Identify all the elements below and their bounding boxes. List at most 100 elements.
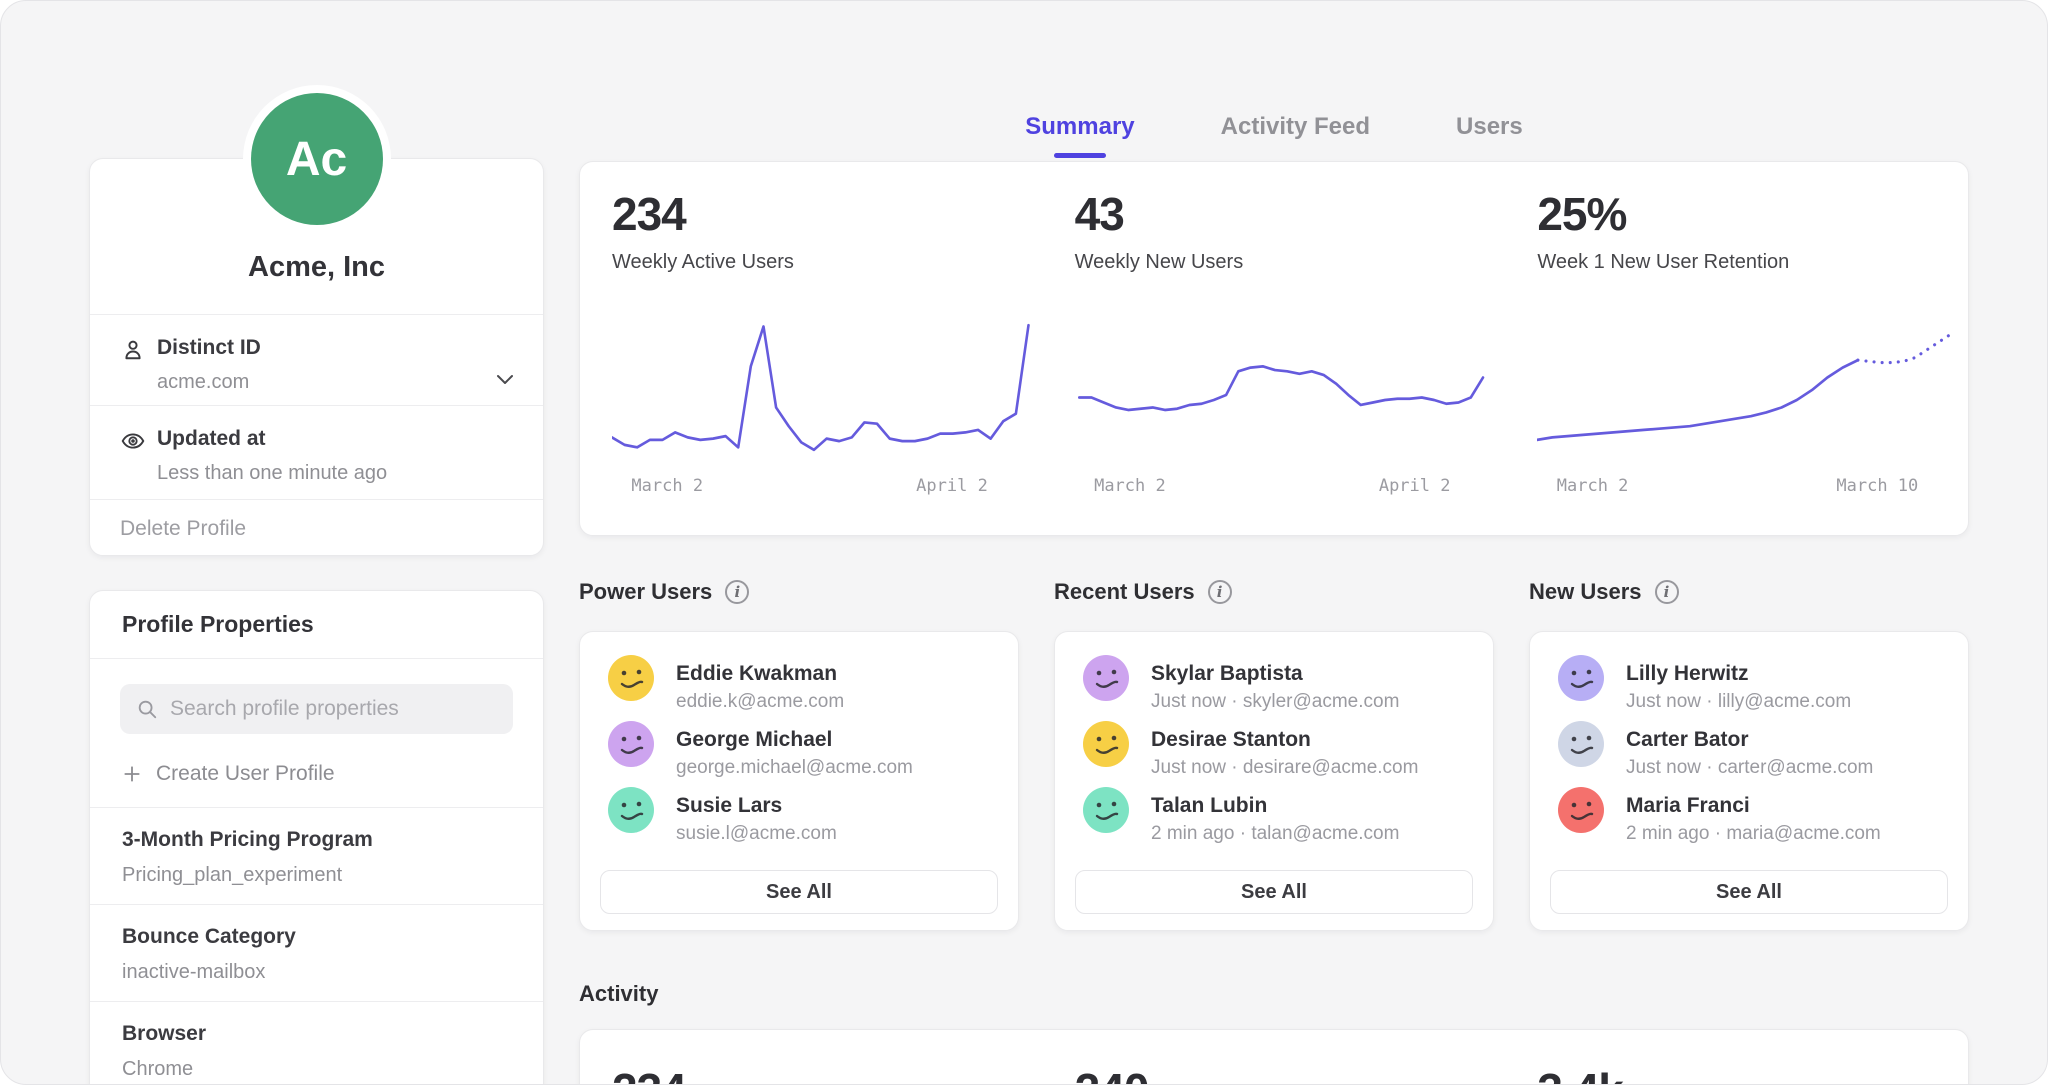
see-all-button[interactable]: See All	[600, 870, 998, 914]
app-window: Ac Acme, Inc Distinct ID acme.com Update…	[0, 0, 2048, 1085]
property-name: 3-Month Pricing Program	[122, 828, 543, 852]
property-row[interactable]: Bounce Category inactive-mailbox	[90, 904, 543, 1001]
x-tick: March 10	[1836, 476, 1918, 496]
new-users-title: New Users	[1529, 579, 1642, 605]
x-axis: March 2 April 2	[612, 476, 1037, 500]
user-detail: Just now · lilly@acme.com	[1626, 691, 1851, 713]
stat-label: Weekly New Users	[1075, 251, 1506, 274]
info-circle-icon[interactable]: i	[725, 580, 749, 604]
x-tick: April 2	[916, 476, 988, 496]
sparkline-weekly-active-users	[612, 319, 1037, 454]
user-name: Maria Franci	[1626, 794, 1881, 818]
user-detail: 2 min ago · maria@acme.com	[1626, 823, 1881, 845]
user-detail: Just now · carter@acme.com	[1626, 757, 1873, 779]
activity-card: 234 240 3.4k	[579, 1029, 1969, 1085]
list-item[interactable]: Carter BatorJust now · carter@acme.com	[1558, 721, 1968, 787]
recent-users-card: Skylar BaptistaJust now · skyler@acme.co…	[1054, 631, 1494, 931]
user-rows: Lilly HerwitzJust now · lilly@acme.comCa…	[1530, 632, 1968, 853]
tab-activity-feed[interactable]: Activity Feed	[1221, 113, 1370, 145]
updated-at-row: Updated at Less than one minute ago	[90, 405, 543, 499]
profile-properties-title: Profile Properties	[90, 591, 543, 659]
list-item[interactable]: Susie Lars susie.l@acme.com	[608, 787, 1018, 853]
user-avatar	[608, 655, 654, 701]
tab-users-label: Users	[1456, 113, 1523, 140]
x-axis: March 2 April 2	[1075, 476, 1500, 500]
property-value: Chrome	[122, 1058, 543, 1081]
user-rows: Skylar BaptistaJust now · skyler@acme.co…	[1055, 632, 1493, 853]
user-list-headings: Power Users i Recent Users i New Users i	[579, 579, 1969, 605]
stat-value: 25%	[1537, 190, 1968, 238]
user-avatar	[1558, 721, 1604, 767]
sparkline-weekly-new-users	[1075, 319, 1500, 454]
see-all-button[interactable]: See All	[1550, 870, 1948, 914]
list-item[interactable]: Eddie Kwakmaneddie.k@acme.com	[608, 655, 1018, 721]
user-name: Eddie Kwakman	[676, 662, 844, 686]
company-name: Acme, Inc	[90, 251, 543, 287]
list-item[interactable]: Skylar BaptistaJust now · skyler@acme.co…	[1083, 655, 1493, 721]
activity-stat-value: 240	[1075, 1066, 1506, 1085]
stat-value: 43	[1075, 190, 1506, 238]
company-profile-card: Ac Acme, Inc Distinct ID acme.com Update…	[89, 158, 544, 556]
property-value: Pricing_plan_experiment	[122, 864, 543, 887]
user-list-cards: Eddie Kwakmaneddie.k@acme.comGeorge Mich…	[579, 631, 1969, 931]
user-avatar	[608, 787, 654, 833]
list-item[interactable]: Desirae StantonJust now · desirare@acme.…	[1083, 721, 1493, 787]
magnifier-icon	[136, 698, 158, 720]
create-user-profile-button[interactable]: Create User Profile	[122, 759, 335, 789]
power-users-title: Power Users	[579, 579, 712, 605]
user-name: Susie Lars	[676, 794, 837, 818]
stat-weekly-active-users: 234 Weekly Active Users March 2 April 2	[580, 162, 1043, 535]
user-detail: susie.l@acme.com	[676, 823, 837, 845]
x-tick: March 2	[1094, 476, 1166, 496]
eye-icon	[120, 428, 146, 454]
plus-icon	[122, 764, 142, 784]
property-row[interactable]: 3-Month Pricing Program Pricing_plan_expe…	[90, 807, 543, 904]
person-icon	[120, 337, 146, 363]
user-avatar	[1083, 721, 1129, 767]
profile-properties-card: Profile Properties Create User Profile 3…	[89, 590, 544, 1085]
property-value: inactive-mailbox	[122, 961, 543, 984]
stat-label: Week 1 New User Retention	[1537, 251, 1968, 274]
tab-summary[interactable]: Summary	[1025, 113, 1134, 145]
x-tick: March 2	[631, 476, 703, 496]
delete-profile-button[interactable]: Delete Profile	[90, 499, 543, 557]
tab-users[interactable]: Users	[1456, 113, 1523, 145]
activity-stat-value: 234	[612, 1066, 1043, 1085]
user-detail: Just now · desirare@acme.com	[1151, 757, 1418, 779]
company-avatar-initials: Ac	[286, 132, 347, 187]
list-item[interactable]: Maria Franci 2 min ago · maria@acme.com	[1558, 787, 1968, 853]
list-item[interactable]: Talan Lubin2 min ago · talan@acme.com	[1083, 787, 1493, 853]
property-name: Bounce Category	[122, 925, 543, 949]
user-rows: Eddie Kwakmaneddie.k@acme.comGeorge Mich…	[580, 632, 1018, 853]
updated-at-value: Less than one minute ago	[157, 462, 543, 485]
user-avatar	[1083, 787, 1129, 833]
list-item[interactable]: George Michael george.michael@acme.com	[608, 721, 1018, 787]
tab-activity-feed-label: Activity Feed	[1221, 113, 1370, 140]
stat-week1-retention: 25% Week 1 New User Retention March 2 Ma…	[1505, 162, 1968, 535]
list-item[interactable]: Lilly HerwitzJust now · lilly@acme.com	[1558, 655, 1968, 721]
user-name: George Michael	[676, 728, 913, 752]
user-detail: Just now · skyler@acme.com	[1151, 691, 1399, 713]
user-detail: 2 min ago · talan@acme.com	[1151, 823, 1399, 845]
x-tick: March 2	[1557, 476, 1629, 496]
user-detail: george.michael@acme.com	[676, 757, 913, 779]
see-all-button[interactable]: See All	[1075, 870, 1473, 914]
distinct-id-row: Distinct ID acme.com	[90, 314, 543, 405]
distinct-id-label: Distinct ID	[157, 336, 543, 360]
create-user-profile-label: Create User Profile	[156, 762, 335, 786]
info-circle-icon[interactable]: i	[1208, 580, 1232, 604]
user-avatar	[1083, 655, 1129, 701]
chevron-down-icon[interactable]	[493, 367, 517, 391]
recent-users-title: Recent Users	[1054, 579, 1195, 605]
x-axis: March 2 March 10	[1537, 476, 1962, 500]
activity-heading: Activity	[579, 981, 658, 1007]
recent-users-heading: Recent Users i	[1054, 579, 1494, 605]
user-avatar	[1558, 787, 1604, 833]
new-users-card: Lilly HerwitzJust now · lilly@acme.comCa…	[1529, 631, 1969, 931]
power-users-heading: Power Users i	[579, 579, 1019, 605]
property-row[interactable]: Browser Chrome	[90, 1001, 543, 1085]
property-name: Browser	[122, 1022, 543, 1046]
company-detail-rows: Distinct ID acme.com Updated at Less tha…	[90, 314, 543, 557]
search-input[interactable]	[120, 684, 513, 734]
info-circle-icon[interactable]: i	[1655, 580, 1679, 604]
